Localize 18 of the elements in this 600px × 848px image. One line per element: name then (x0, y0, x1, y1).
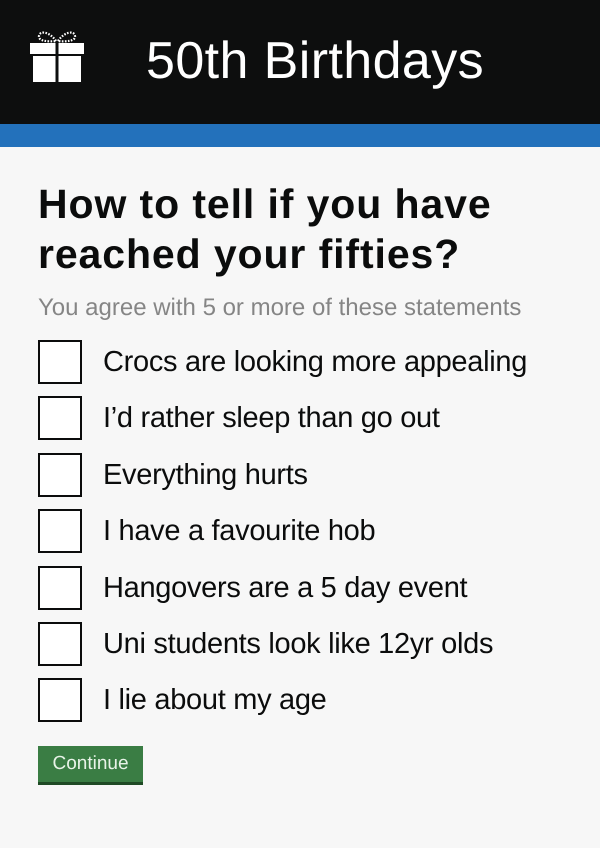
site-title: 50th Birthdays (146, 31, 484, 91)
question-heading: How to tell if you have reached your fifties? (38, 180, 493, 279)
checkbox[interactable] (38, 622, 82, 666)
continue-button[interactable]: Continue (38, 746, 143, 786)
question-hint: You agree with 5 or more of these statements (38, 294, 522, 322)
checkbox-label[interactable]: Uni students look like 12yr olds (103, 628, 494, 660)
checkbox-label[interactable]: Hangovers are a 5 day event (103, 572, 468, 604)
checkbox[interactable] (38, 678, 82, 722)
checkbox[interactable] (38, 396, 82, 440)
checkbox[interactable] (38, 566, 82, 610)
checkbox[interactable] (38, 509, 82, 554)
checkbox-label[interactable]: I’d rather sleep than go out (103, 402, 440, 434)
checkbox[interactable] (38, 452, 82, 497)
checkbox[interactable] (38, 340, 82, 384)
checkbox-label[interactable]: I have a favourite hob (103, 515, 376, 548)
checkbox-label[interactable]: I lie about my age (103, 684, 327, 716)
checkbox-label[interactable]: Everything hurts (103, 458, 308, 491)
checkbox-label[interactable]: Crocs are looking more appealing (103, 346, 528, 378)
